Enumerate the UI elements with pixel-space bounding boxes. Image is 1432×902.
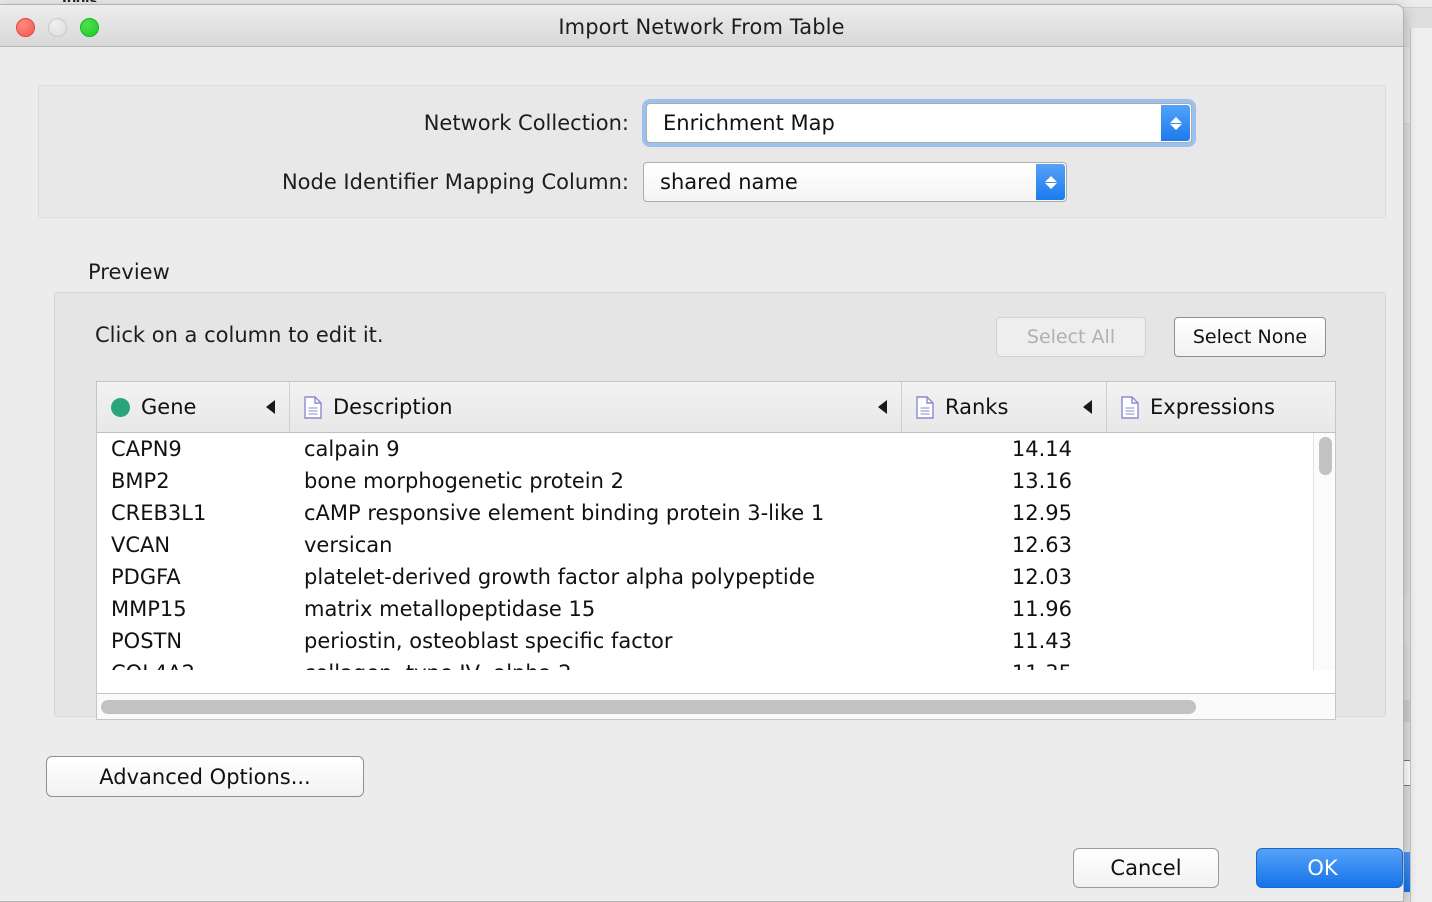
column-header-description-label: Description <box>333 395 453 419</box>
preview-table-horizontal-scrollbar[interactable] <box>96 694 1336 720</box>
node-identifier-mapping-label: Node Identifier Mapping Column: <box>281 170 629 194</box>
table-cell-rank: 11.43 <box>1011 629 1072 653</box>
table-cell-rank: 13.16 <box>1011 469 1072 493</box>
table-cell-rank: 12.03 <box>1011 565 1072 589</box>
column-header-ranks-label: Ranks <box>945 395 1009 419</box>
select-all-button[interactable]: Select All <box>996 317 1146 357</box>
horizontal-scrollbar-thumb[interactable] <box>101 700 1196 714</box>
table-cell-rank: 12.63 <box>1011 533 1072 557</box>
column-header-gene[interactable]: Gene <box>97 382 290 432</box>
column-header-ranks[interactable]: Ranks <box>902 382 1107 432</box>
network-collection-value: Enrichment Map <box>663 111 835 135</box>
background-right-panel <box>1410 28 1432 902</box>
import-network-dialog: Import Network From Table Network Collec… <box>0 4 1404 902</box>
preview-table-vertical-scrollbar[interactable] <box>1313 433 1335 670</box>
document-icon <box>304 395 322 419</box>
advanced-options-button[interactable]: Advanced Options... <box>46 756 364 797</box>
column-header-gene-label: Gene <box>141 395 197 419</box>
chevron-down-icon <box>1044 182 1057 189</box>
table-cell-description: versican <box>304 533 393 557</box>
table-cell-description: periostin, osteoblast specific factor <box>304 629 673 653</box>
table-cell-description: bone morphogenetic protein 2 <box>304 469 624 493</box>
table-row[interactable]: VCAN versican 12.63 <box>97 529 1335 561</box>
table-row[interactable]: COL4A2collagen, type IV, alpha 211.35 <box>97 657 1335 670</box>
chevron-down-icon <box>1169 123 1182 130</box>
table-cell-description: calpain 9 <box>304 437 400 461</box>
collapse-left-arrow-icon[interactable] <box>878 400 887 414</box>
table-row[interactable]: PDGFA platelet-derived growth factor alph… <box>97 561 1335 593</box>
node-identifier-mapping-row: Node Identifier Mapping Column: shared n… <box>39 162 1385 202</box>
table-cell-description: cAMP responsive element binding protein … <box>304 501 825 525</box>
network-collection-focus-ring: Enrichment Map <box>643 100 1195 146</box>
table-cell-gene: VCAN <box>111 533 171 557</box>
table-cell-gene: CAPN9 <box>111 437 182 461</box>
table-cell-rank: 12.95 <box>1011 501 1072 525</box>
ok-button-label: OK <box>1307 856 1338 880</box>
dialog-titlebar[interactable]: Import Network From Table <box>0 5 1403 47</box>
table-cell-gene: MMP15 <box>111 597 187 621</box>
column-header-expressions-label: Expressions <box>1150 395 1275 419</box>
preview-hint-text: Click on a column to edit it. <box>95 323 384 347</box>
preview-table: Gene Description Ranks Expressions CAPN9… <box>96 381 1336 694</box>
preview-section-label: Preview <box>88 260 170 284</box>
collapse-left-arrow-icon[interactable] <box>1083 400 1092 414</box>
network-collection-label: Network Collection: <box>423 111 629 135</box>
preview-panel: Click on a column to edit it. Select All… <box>54 292 1386 720</box>
node-identifier-mapping-value: shared name <box>660 170 798 194</box>
column-header-description[interactable]: Description <box>290 382 902 432</box>
table-row[interactable]: BMP2 bone morphogenetic protein 2 13.16 <box>97 465 1335 497</box>
table-cell-rank: 14.14 <box>1011 437 1072 461</box>
select-none-button[interactable]: Select None <box>1174 317 1326 357</box>
vertical-scrollbar-thumb[interactable] <box>1319 437 1332 475</box>
network-collection-dropdown[interactable]: Enrichment Map <box>646 103 1192 143</box>
preview-table-header-row: Gene Description Ranks Expressions <box>97 382 1335 433</box>
column-header-expressions[interactable]: Expressions <box>1107 382 1327 432</box>
table-row[interactable]: CREB3L1 cAMP responsive element binding p… <box>97 497 1335 529</box>
cancel-button[interactable]: Cancel <box>1073 848 1219 888</box>
ok-button[interactable]: OK <box>1256 848 1403 888</box>
table-cell-gene: POSTN <box>111 629 183 653</box>
table-row[interactable]: POSTN periostin, osteoblast specific fact… <box>97 625 1335 657</box>
network-collection-row: Network Collection: Enrichment Map <box>39 100 1385 146</box>
table-row[interactable]: MMP15 matrix metallopeptidase 15 11.96 <box>97 593 1335 625</box>
table-cell-description: matrix metallopeptidase 15 <box>304 597 596 621</box>
node-circle-icon <box>111 397 130 417</box>
document-icon <box>916 395 934 419</box>
network-settings-panel: Network Collection: Enrichment Map Node … <box>38 85 1386 218</box>
chevron-up-icon <box>1169 116 1182 123</box>
document-icon <box>1121 395 1139 419</box>
network-collection-stepper[interactable] <box>1161 105 1190 141</box>
collapse-left-arrow-icon[interactable] <box>266 400 275 414</box>
table-cell-gene: PDGFA <box>111 565 181 589</box>
table-cell-gene: CREB3L1 <box>111 501 207 525</box>
window-title: Import Network From Table <box>558 15 845 39</box>
preview-table-body[interactable]: CAPN9 calpain 9 14.14 BMP2 bone morphogeneti… <box>97 433 1335 670</box>
table-cell-gene: COL4A2 <box>97 661 290 670</box>
node-identifier-mapping-stepper[interactable] <box>1036 164 1065 200</box>
chevron-up-icon <box>1044 175 1057 182</box>
table-row[interactable]: CAPN9 calpain 9 14.14 <box>97 433 1335 465</box>
table-cell-rank: 11.35 <box>902 661 1107 670</box>
table-cell-gene: BMP2 <box>111 469 170 493</box>
table-cell-description: collagen, type IV, alpha 2 <box>290 661 902 670</box>
node-identifier-mapping-dropdown[interactable]: shared name <box>643 162 1067 202</box>
table-cell-description: platelet-derived growth factor alpha pol… <box>304 565 815 589</box>
background-menu-item-ghost: Tools <box>60 0 97 2</box>
table-cell-rank: 11.96 <box>1011 597 1072 621</box>
